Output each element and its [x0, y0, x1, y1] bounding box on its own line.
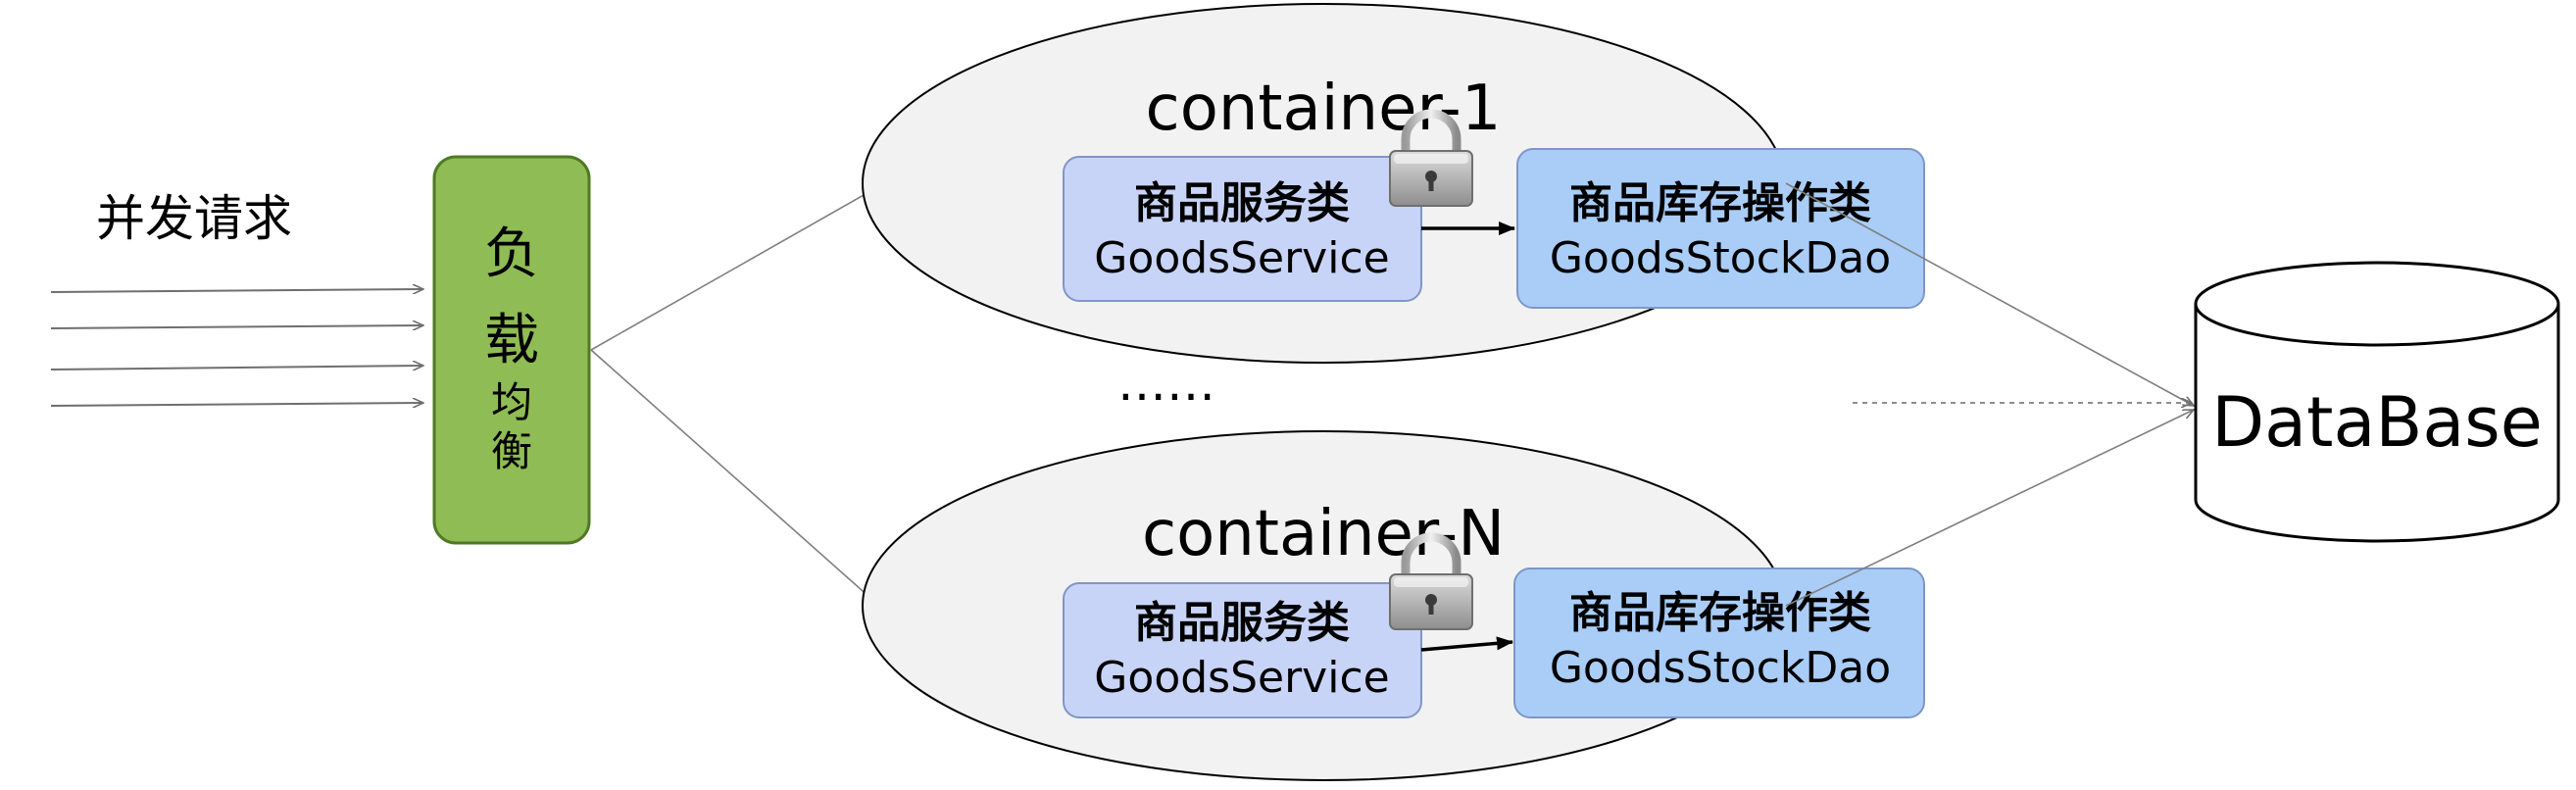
- service-name-cn: 商品服务类: [1134, 598, 1350, 648]
- more-containers-ellipsis: ……: [1117, 355, 1215, 412]
- load-balancer: 负 载 均 衡: [432, 155, 591, 545]
- container-title: container-1: [1146, 73, 1502, 145]
- service-name-cn: 商品服务类: [1134, 178, 1350, 228]
- request-arrow: [50, 403, 423, 406]
- load-balancer-char: 衡: [491, 427, 532, 475]
- container-1: container-1 商品服务类 GoodsService 商品库存操作类 G…: [862, 3, 1925, 364]
- lb-to-container-n-line: [590, 349, 879, 606]
- database-cylinder: DataBase: [2194, 261, 2560, 543]
- service-name-en: GoodsService: [1094, 233, 1389, 283]
- container-n: container-N 商品服务类 GoodsService 商品库存操作类 G…: [862, 430, 1925, 781]
- architecture-diagram: 并发请求 负 载 均 衡 container-1 商品服务类 GoodsServ…: [50, 3, 2560, 781]
- dao-name-cn: 商品库存操作类: [1569, 178, 1871, 228]
- load-balancer-char: 载: [484, 309, 539, 372]
- dao-name-en: GoodsStockDao: [1550, 233, 1891, 283]
- lb-to-container-1-line: [590, 186, 879, 351]
- request-arrow: [50, 366, 423, 370]
- service-name-en: GoodsService: [1094, 653, 1389, 703]
- request-arrow: [50, 289, 423, 292]
- container-n-to-db-line: [1785, 410, 2194, 607]
- request-arrow: [50, 325, 423, 328]
- goods-stock-dao-box: [1516, 148, 1925, 309]
- concurrent-requests-label: 并发请求: [96, 190, 292, 247]
- request-arrows: [50, 289, 423, 406]
- database-label: DataBase: [2211, 382, 2543, 463]
- dao-name-cn: 商品库存操作类: [1569, 588, 1871, 638]
- container-title: container-N: [1142, 498, 1505, 570]
- dao-name-en: GoodsStockDao: [1550, 643, 1891, 693]
- load-balancer-char: 均: [491, 378, 532, 426]
- load-balancer-char: 负: [484, 222, 539, 286]
